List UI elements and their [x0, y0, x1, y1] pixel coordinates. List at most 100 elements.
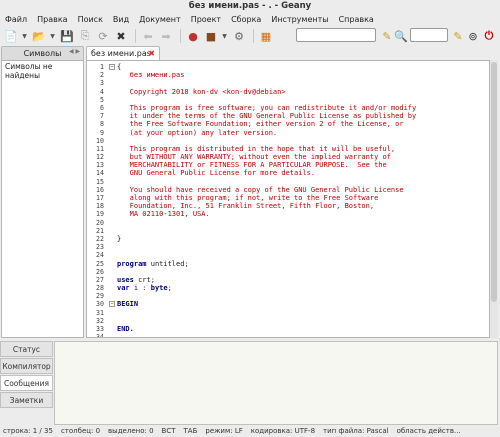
line-number: 14	[96, 169, 104, 178]
color-chooser-icon[interactable]: ▦	[258, 28, 274, 44]
code-line[interactable]: 29	[96, 292, 489, 300]
code-area[interactable]: 1−{2 без имени.pas 3 4 Copyright 2018 kon-…	[96, 63, 489, 337]
code-line[interactable]: 32	[96, 317, 489, 325]
close-tab-icon[interactable]: ✖	[148, 47, 155, 60]
status-line: строка: 1 / 35	[3, 427, 53, 435]
code-line[interactable]: 31	[96, 309, 489, 317]
new-file-dropdown-icon[interactable]: ▼	[21, 28, 28, 44]
code-line[interactable]: 12 but WITHOUT ANY WARRANTY; without eve…	[96, 153, 489, 161]
run-gear-icon[interactable]: ⚙	[231, 28, 247, 44]
messages-panel[interactable]	[54, 341, 498, 425]
goto-line-input[interactable]	[410, 28, 448, 42]
code-line[interactable]: 19 MA 02110-1301, USA.	[96, 210, 489, 218]
tab-compiler[interactable]: Компилятор	[0, 358, 53, 374]
code-line[interactable]: 20	[96, 219, 489, 227]
tab-messages[interactable]: Сообщения	[0, 375, 53, 391]
code-line[interactable]: 16 You should have received a copy of th…	[96, 185, 489, 194]
menu-help[interactable]: Справка	[339, 15, 374, 24]
menu-document[interactable]: Документ	[139, 15, 181, 24]
code-line[interactable]: 4 Copyright 2018 kon-dv <kon-dv@debian>	[100, 87, 489, 96]
build-dropdown-icon[interactable]: ▼	[221, 28, 228, 44]
menu-tools[interactable]: Инструменты	[271, 15, 328, 24]
open-dropdown-icon[interactable]: ▼	[49, 28, 56, 44]
forward-arrow-icon[interactable]: ➡	[158, 28, 174, 44]
editor-scrollbar[interactable]	[490, 60, 498, 338]
scrollbar-thumb[interactable]	[491, 62, 497, 302]
code-line[interactable]: 26	[96, 268, 489, 276]
back-arrow-icon[interactable]: ⬅	[140, 28, 156, 44]
save-icon[interactable]: 💾	[59, 28, 75, 44]
code-line[interactable]: 28 var i : byte;	[96, 284, 489, 292]
message-window-tabs: Статус Компилятор Сообщения Заметки	[0, 341, 54, 425]
menu-edit[interactable]: Правка	[37, 15, 67, 24]
code-line[interactable]: 14 GNU General Public License for more d…	[96, 169, 489, 178]
search-input[interactable]	[296, 28, 376, 42]
code-line[interactable]: 8 the Free Software Foundation; either v…	[100, 120, 489, 128]
code-text: (at your option) any later version.	[117, 128, 278, 137]
build-icon[interactable]: ■	[203, 28, 219, 44]
code-text: Copyright 2018 kon-dv <kon-dv@debian>	[117, 87, 286, 96]
line-number: 30	[96, 300, 104, 309]
code-line[interactable]: 3	[100, 79, 489, 87]
code-text: This program is free software; you can r…	[117, 103, 417, 112]
line-number: 31	[96, 308, 104, 317]
tab-status[interactable]: Статус	[0, 341, 53, 357]
menu-build[interactable]: Сборка	[231, 15, 261, 24]
code-line[interactable]: 5	[100, 96, 489, 104]
line-number: 23	[96, 243, 104, 252]
line-number: 8	[100, 120, 104, 129]
quit-icon[interactable]: ⏻	[481, 28, 497, 44]
open-folder-icon[interactable]: 📂	[31, 28, 47, 44]
no-symbols-message: Символы не найдены	[5, 62, 53, 80]
line-number: 2	[100, 71, 104, 80]
save-all-icon[interactable]: ⎘	[77, 28, 93, 44]
code-text: GNU General Public License for more deta…	[117, 169, 316, 178]
code-line[interactable]: 6 This program is free software; you can…	[100, 103, 489, 112]
code-line[interactable]: 18 Foundation, Inc., 51 Franklin Street,…	[96, 202, 489, 210]
code-line[interactable]: 11 This program is distributed in the ho…	[96, 145, 489, 153]
menubar: Файл Правка Поиск Вид Документ Проект Сб…	[0, 13, 500, 26]
compile-icon[interactable]: ●	[185, 28, 201, 44]
code-text: You should have received a copy of the G…	[117, 185, 404, 194]
find-icon[interactable]: 🔍	[393, 28, 409, 44]
separator	[180, 29, 181, 43]
code-line[interactable]: 24	[96, 251, 489, 259]
menu-search[interactable]: Поиск	[78, 15, 103, 24]
code-line[interactable]: 30− BEGIN	[96, 300, 489, 308]
code-line[interactable]: 7 it under the terms of the GNU General …	[100, 112, 489, 121]
sidebar-tab-arrows-icon[interactable]: ◀ ▶	[69, 48, 80, 55]
tab-notes[interactable]: Заметки	[0, 392, 53, 408]
code-line[interactable]: 33 END.	[96, 325, 489, 333]
menu-view[interactable]: Вид	[113, 15, 129, 24]
status-scope: область действ...	[396, 427, 461, 435]
code-line[interactable]: 2 без имени.pas	[100, 71, 489, 80]
code-line[interactable]: 15	[96, 178, 489, 186]
code-editor[interactable]: 1−{2 без имени.pas 3 4 Copyright 2018 kon-…	[86, 60, 490, 338]
fold-toggle-icon[interactable]: −	[109, 301, 115, 308]
new-file-icon[interactable]: 📄	[3, 28, 19, 44]
code-line[interactable]: 25 program untitled;	[96, 260, 489, 268]
menu-project[interactable]: Проект	[191, 15, 221, 24]
code-line[interactable]: 27 uses crt;	[96, 276, 489, 284]
line-number: 9	[100, 128, 104, 137]
goto-icon[interactable]: ⊚	[465, 28, 481, 44]
code-line[interactable]: 1−{	[100, 63, 489, 71]
code-line[interactable]: 23	[96, 243, 489, 251]
code-text: без имени.pas	[117, 71, 185, 80]
menu-file[interactable]: Файл	[5, 15, 27, 24]
editor-tab[interactable]: без имени.pas ✖	[86, 46, 160, 60]
code-line[interactable]: 13 MERCHANTABILITY or FITNESS FOR A PART…	[96, 161, 489, 169]
code-line[interactable]: 10	[96, 137, 489, 145]
code-line[interactable]: 17 along with this program; if not, writ…	[96, 194, 489, 202]
code-line[interactable]: 22}	[96, 235, 489, 243]
revert-icon[interactable]: ⟳	[95, 28, 111, 44]
clear-goto-icon[interactable]: ✎	[450, 28, 466, 44]
code-line[interactable]: 34	[96, 333, 489, 337]
status-encoding: кодировка: UTF-8	[250, 427, 316, 435]
code-line[interactable]: 21	[96, 227, 489, 235]
fold-toggle-icon[interactable]: −	[109, 64, 115, 70]
close-file-icon[interactable]: ✖	[113, 28, 129, 44]
line-number: 17	[96, 194, 104, 202]
code-text: it under the terms of the GNU General Pu…	[117, 112, 417, 121]
code-line[interactable]: 9 (at your option) any later version.	[100, 128, 489, 137]
